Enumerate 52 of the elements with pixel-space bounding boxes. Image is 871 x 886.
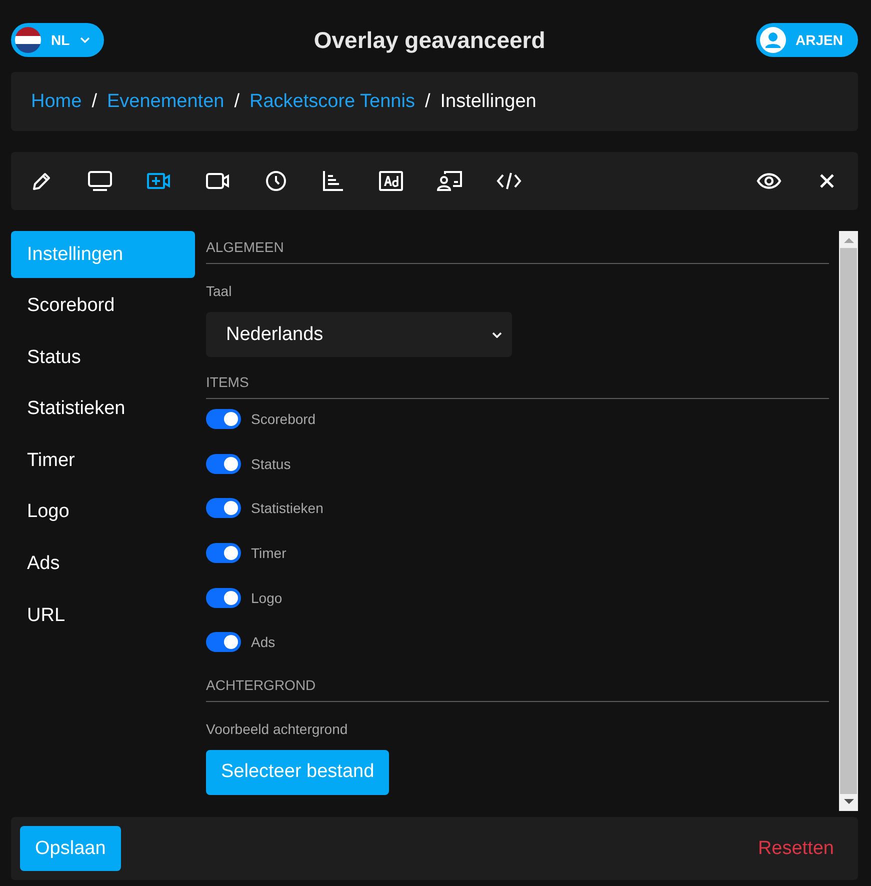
toolbar-button[interactable]: [378, 168, 404, 194]
sidebar-item[interactable]: Timer: [11, 437, 195, 484]
breadcrumb-link[interactable]: Racketscore Tennis: [250, 90, 415, 112]
scrollbar-thumb[interactable]: [840, 248, 857, 794]
sidebar-item[interactable]: URL: [11, 592, 195, 640]
scrollbar[interactable]: [839, 231, 858, 811]
bar-chart-icon: [321, 169, 345, 193]
section-heading: ACHTERGROND: [206, 676, 317, 693]
breadcrumb-link[interactable]: Evenementen: [106, 90, 224, 112]
reset-button[interactable]: Resetten: [758, 838, 834, 860]
toggle-label: Ads: [251, 634, 276, 650]
field-label: Taal: [206, 283, 233, 299]
section-heading: ALGEMEEN: [206, 239, 285, 255]
toolbar-button[interactable]: [321, 168, 345, 194]
clock-icon: [264, 169, 288, 193]
toggle-switch[interactable]: [206, 632, 241, 652]
sidebar-item[interactable]: Ads: [11, 540, 195, 588]
breadcrumb-current: Instellingen: [440, 90, 536, 112]
flag-icon: [15, 27, 41, 53]
scroll-down-icon: [844, 799, 854, 805]
toolbar-button[interactable]: [437, 168, 463, 194]
sidebar-item[interactable]: Scorebord: [11, 282, 195, 330]
toggle-label: Logo: [251, 590, 282, 606]
toggle-switch[interactable]: [206, 454, 241, 474]
breadcrumb-separator: /: [234, 90, 240, 112]
toggle-label: Status: [251, 456, 291, 472]
toggle-switch[interactable]: [206, 498, 241, 518]
toggle-switch[interactable]: [206, 409, 241, 430]
breadcrumb-separator: /: [424, 90, 430, 112]
sidebar-item[interactable]: Status: [11, 334, 195, 382]
ad-icon: [378, 169, 404, 193]
sidebar-item[interactable]: Logo: [11, 488, 195, 536]
toggle-switch[interactable]: [206, 588, 241, 608]
toggle-label: Timer: [251, 545, 286, 562]
chevron-down-icon: [80, 37, 90, 43]
toggle-label: Scorebord: [251, 411, 316, 428]
section-heading: ITEMS: [206, 374, 250, 390]
breadcrumb-separator: /: [92, 90, 97, 112]
language-select[interactable]: Nederlands: [206, 312, 512, 357]
scroll-up-icon: [844, 237, 854, 243]
toolbar-button[interactable]: [87, 168, 113, 194]
sidebar-item[interactable]: Statistieken: [11, 386, 195, 433]
chevron-down-icon: [492, 332, 502, 338]
toggle-label: Statistieken: [251, 500, 324, 516]
monitor-icon: [87, 169, 113, 193]
user-icon: [760, 27, 786, 53]
toolbar-button[interactable]: [264, 168, 288, 194]
toggle-switch[interactable]: [206, 543, 241, 564]
presenter-icon: [437, 169, 463, 193]
field-label: Voorbeeld achtergrond: [206, 720, 349, 737]
breadcrumb-link[interactable]: Home: [31, 90, 82, 112]
page-title: Overlay geavanceerd: [314, 26, 546, 54]
